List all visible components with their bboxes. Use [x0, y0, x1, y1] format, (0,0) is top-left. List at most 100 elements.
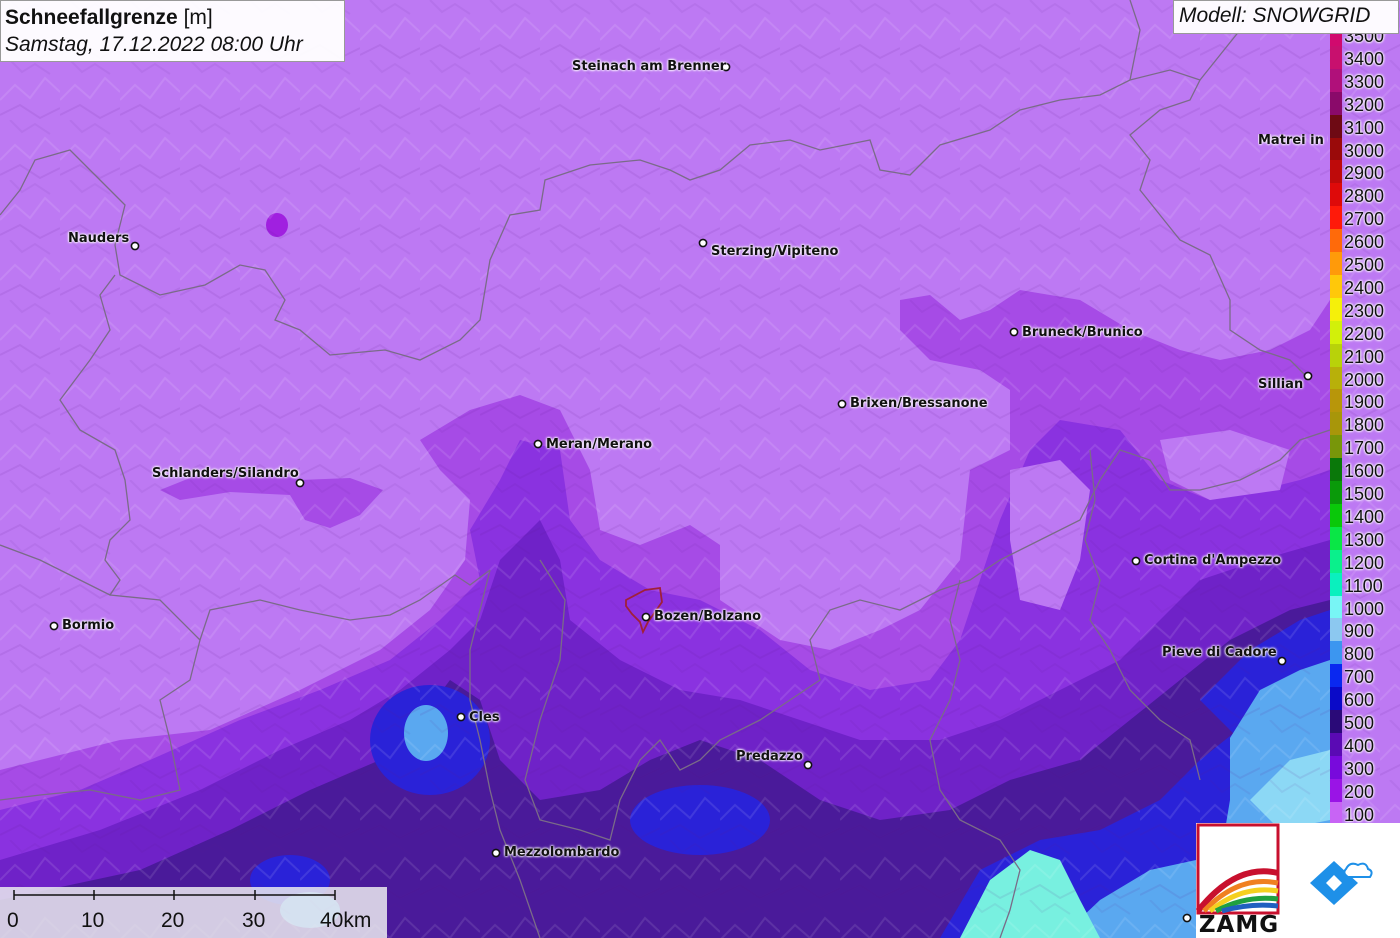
legend-label: 1400 [1344, 506, 1385, 527]
legend-item: 2200 [1330, 320, 1400, 344]
legend-item: 500 [1330, 710, 1400, 733]
legend-item: 3100 [1330, 114, 1400, 138]
legend-label: 1300 [1344, 529, 1385, 550]
legend-swatch [1330, 687, 1342, 711]
map-title-box: Schneefallgrenze [m] Samstag, 17.12.2022… [0, 0, 345, 62]
legend-swatch [1330, 481, 1342, 504]
legend-item: 2000 [1330, 366, 1400, 390]
city-label-cortina: Cortina d'Ampezzo [1144, 553, 1282, 568]
scale-label-30: 30 [242, 909, 266, 932]
legend-item: 3300 [1330, 68, 1400, 92]
legend-swatch [1330, 641, 1342, 665]
legend-item: 1900 [1330, 389, 1400, 413]
city-label-pieve-di-cadore: Pieve di Cadore [1162, 645, 1277, 660]
legend-item: 1500 [1330, 481, 1400, 504]
legend-label: 1800 [1344, 415, 1385, 436]
scale-bar: 0 10 20 30 40km [0, 887, 387, 938]
legend-item: 100 [1330, 801, 1400, 824]
legend-label: 2000 [1344, 369, 1385, 390]
legend-label: 2700 [1344, 209, 1385, 230]
legend-swatch [1330, 503, 1342, 527]
legend-item: 1200 [1330, 549, 1400, 573]
legend-item: 3400 [1330, 45, 1400, 69]
legend-swatch [1330, 710, 1342, 733]
legend-label: 800 [1344, 644, 1375, 665]
city-label-schlanders: Schlanders/Silandro [152, 466, 299, 481]
legend-swatch [1330, 206, 1342, 230]
legend-label: 2200 [1344, 323, 1385, 344]
legend-swatch [1330, 137, 1342, 161]
city-label-bormio: Bormio [62, 618, 115, 633]
city-label-bruneck: Bruneck/Brunico [1022, 325, 1143, 340]
legend-item: 2900 [1330, 160, 1400, 184]
legend-swatch [1330, 664, 1342, 688]
legend-item: 1700 [1330, 435, 1400, 459]
legend-label: 600 [1344, 690, 1375, 711]
legend-label: 1100 [1344, 575, 1383, 596]
legend-label: 200 [1344, 781, 1375, 802]
legend-label: 3200 [1344, 94, 1385, 115]
legend-label: 100 [1344, 804, 1375, 824]
legend-item: 2400 [1330, 274, 1400, 298]
legend-item: 1600 [1330, 458, 1400, 482]
legend-item: 2700 [1330, 206, 1400, 230]
legend-item: 2500 [1330, 252, 1400, 275]
legend-item: 1300 [1330, 526, 1400, 550]
legend-item: 900 [1330, 618, 1400, 642]
legend-swatch [1330, 801, 1342, 824]
scale-label-40km: 40km [320, 909, 372, 932]
legend-swatch [1330, 366, 1342, 390]
legend-item: 200 [1330, 778, 1400, 802]
variable-name: Schneefallgrenze [5, 6, 178, 29]
legend-label: 2500 [1344, 255, 1385, 275]
city-label-matrei: Matrei in Osttirol [1258, 134, 1328, 148]
legend-label: 900 [1344, 621, 1375, 642]
legend-swatch [1330, 732, 1342, 756]
city-label-predazzo: Predazzo [736, 749, 803, 764]
legend-label: 2100 [1344, 346, 1385, 367]
legend-item: 2300 [1330, 297, 1400, 321]
legend-item: 2600 [1330, 229, 1400, 253]
legend-swatch [1330, 595, 1342, 619]
legend-swatch [1330, 778, 1342, 802]
legend-item: 800 [1330, 641, 1400, 665]
legend-swatch [1330, 435, 1342, 459]
legend-item: 1400 [1330, 503, 1400, 527]
legend-label: 3100 [1344, 117, 1385, 138]
legend-swatch [1330, 252, 1342, 275]
legend-label: 500 [1344, 713, 1375, 733]
legend-label: 2900 [1344, 163, 1385, 184]
legend-swatch [1330, 160, 1342, 184]
legend-swatch [1330, 549, 1342, 573]
legend-label: 1900 [1344, 392, 1385, 413]
variable-unit: [m] [183, 6, 213, 29]
legend-swatch [1330, 412, 1342, 436]
legend-item: 400 [1330, 732, 1400, 756]
legend-swatch [1330, 572, 1342, 596]
legend-item: 700 [1330, 664, 1400, 688]
legend-swatch [1330, 229, 1342, 253]
model-label: Modell: SNOWGRID [1173, 0, 1399, 34]
legend-swatch [1330, 320, 1342, 344]
legend-label: 2800 [1344, 186, 1385, 207]
legend-swatch [1330, 389, 1342, 413]
legend-item: 3000 [1330, 137, 1400, 161]
legend-item: 3200 [1330, 91, 1400, 115]
cloud-diamond-logo-icon [1310, 861, 1373, 905]
legend-label: 700 [1344, 667, 1375, 688]
city-label-mezzolombardo: Mezzolombardo [504, 845, 620, 860]
legend-swatch [1330, 297, 1342, 321]
legend-swatch [1330, 458, 1342, 482]
legend-swatch [1330, 183, 1342, 207]
legend-label: 1600 [1344, 461, 1385, 482]
legend-item: 1100 [1330, 572, 1400, 596]
legend-swatch [1330, 618, 1342, 642]
legend-label: 2600 [1344, 232, 1385, 253]
legend-swatch [1330, 755, 1342, 779]
city-label-steinach: Steinach am Brenner [572, 59, 727, 74]
color-legend: 3500 3400 3300 3200 3100 3000 2900 2800 2700 2600… [1330, 34, 1400, 824]
legend-swatch [1330, 114, 1342, 138]
zamg-logo-text: ZAMG [1198, 912, 1280, 938]
legend-item: 300 [1330, 755, 1400, 779]
legend-label: 2400 [1344, 277, 1385, 298]
